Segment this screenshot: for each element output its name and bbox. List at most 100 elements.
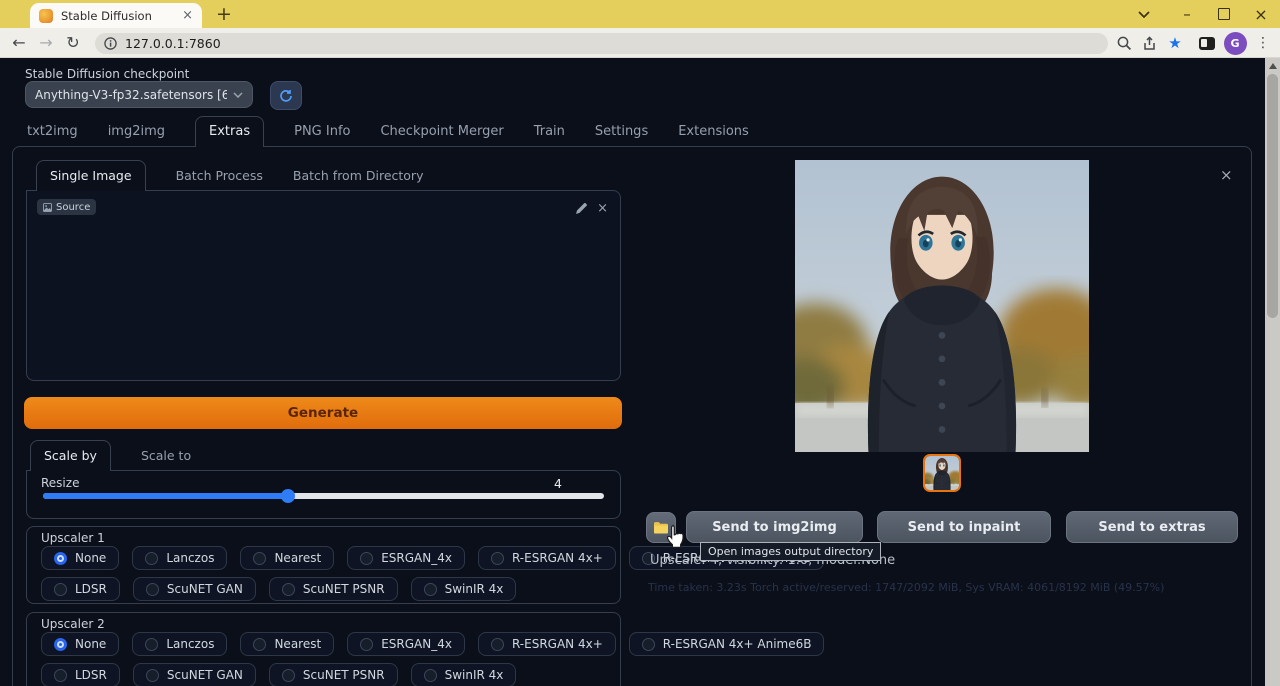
upscaler-option-label: ScuNET PSNR: [303, 668, 385, 682]
reload-button[interactable]: ↻: [61, 30, 85, 56]
radio-icon[interactable]: [145, 638, 158, 651]
bookmark-star-icon[interactable]: ★: [1164, 31, 1186, 55]
radio-icon[interactable]: [424, 669, 437, 682]
scale-tab-scale-to[interactable]: Scale to: [141, 448, 191, 471]
back-button[interactable]: ←: [7, 30, 31, 56]
result-image[interactable]: [795, 160, 1089, 452]
profile-avatar[interactable]: G: [1223, 31, 1247, 55]
tab-img2img[interactable]: img2img: [108, 124, 165, 147]
upscaler-1-group: Upscaler 1 NoneLanczosNearestESRGAN_4xR-…: [26, 526, 621, 604]
radio-icon[interactable]: [54, 638, 67, 651]
upscaler1-option-lanczos[interactable]: Lanczos: [132, 546, 227, 570]
clear-source-icon[interactable]: ×: [597, 201, 608, 216]
upscaler2-option-r-esrgan-4x-anime6b[interactable]: R-ESRGAN 4x+ Anime6B: [629, 632, 825, 656]
resize-slider-handle[interactable]: [281, 489, 295, 503]
upscaler-option-label: R-ESRGAN 4x+: [512, 551, 603, 565]
scrollbar-up-icon[interactable]: [1269, 63, 1277, 69]
upscaler2-option-scunet-psnr[interactable]: ScuNET PSNR: [269, 663, 398, 686]
upscaler2-option-none[interactable]: None: [41, 632, 119, 656]
tab-train[interactable]: Train: [534, 124, 565, 147]
radio-icon[interactable]: [146, 669, 159, 682]
forward-button[interactable]: →: [34, 30, 58, 56]
source-image-dropzone[interactable]: Source ×: [26, 190, 621, 381]
radio-icon[interactable]: [491, 552, 504, 565]
address-bar[interactable]: 127.0.0.1:7860: [95, 33, 1108, 54]
upscaler1-option-swinir-4x[interactable]: SwinIR 4x: [411, 577, 517, 601]
chevron-down-icon: [233, 92, 243, 98]
result-close-icon[interactable]: ×: [1220, 166, 1233, 184]
radio-icon[interactable]: [424, 583, 437, 596]
upscaler2-option-lanczos[interactable]: Lanczos: [132, 632, 227, 656]
scrollbar-thumb[interactable]: [1267, 74, 1278, 318]
send-to-inpaint-button[interactable]: Send to inpaint: [877, 511, 1051, 543]
upscaler-option-label: Nearest: [274, 551, 321, 565]
upscaler1-option-esrgan-4x[interactable]: ESRGAN_4x: [347, 546, 465, 570]
upscaler2-option-r-esrgan-4x[interactable]: R-ESRGAN 4x+: [478, 632, 616, 656]
new-tab-button[interactable]: +: [213, 3, 235, 25]
subtab-batch-process[interactable]: Batch Process: [176, 168, 263, 191]
window-menu-chevron-icon[interactable]: [1133, 0, 1155, 28]
upscaler-option-label: None: [75, 551, 106, 565]
edit-pencil-icon[interactable]: [575, 203, 587, 215]
image-icon: [43, 203, 52, 212]
upscaler1-option-nearest[interactable]: Nearest: [240, 546, 334, 570]
radio-icon[interactable]: [54, 669, 67, 682]
checkpoint-label: Stable Diffusion checkpoint: [25, 67, 189, 81]
browser-window: Stable Diffusion × + – × ← → ↻ 127.0.0.1…: [0, 0, 1280, 686]
upscaler2-option-swinir-4x[interactable]: SwinIR 4x: [411, 663, 517, 686]
subtab-single-image[interactable]: Single Image: [36, 160, 146, 191]
refresh-checkpoint-button[interactable]: [270, 81, 302, 110]
radio-icon[interactable]: [360, 552, 373, 565]
tab-checkpoint-merger[interactable]: Checkpoint Merger: [380, 124, 503, 147]
window-maximize-button[interactable]: [1213, 0, 1235, 28]
upscaler2-option-esrgan-4x[interactable]: ESRGAN_4x: [347, 632, 465, 656]
upscaler1-option-ldsr[interactable]: LDSR: [41, 577, 120, 601]
upscaler-option-label: ESRGAN_4x: [381, 637, 452, 651]
upscaler1-option-none[interactable]: None: [41, 546, 119, 570]
browser-menu-icon[interactable]: ⋮: [1252, 31, 1274, 55]
upscaler-option-label: Lanczos: [166, 637, 214, 651]
scale-tab-scale-by[interactable]: Scale by: [30, 440, 111, 471]
site-info-icon[interactable]: [104, 37, 117, 50]
send-to-extras-button[interactable]: Send to extras: [1066, 511, 1238, 543]
radio-icon[interactable]: [253, 552, 266, 565]
send-to-img2img-button[interactable]: Send to img2img: [686, 511, 863, 543]
page-scrollbar[interactable]: [1265, 58, 1280, 686]
radio-icon[interactable]: [642, 638, 655, 651]
radio-icon[interactable]: [491, 638, 504, 651]
refresh-icon: [279, 89, 293, 103]
tab-settings[interactable]: Settings: [595, 124, 648, 147]
upscaler1-option-scunet-psnr[interactable]: ScuNET PSNR: [269, 577, 398, 601]
window-close-button[interactable]: ×: [1250, 0, 1272, 28]
extras-subtab-bar: Single Image Batch Process Batch from Dire…: [36, 160, 423, 191]
upscaler-option-label: LDSR: [75, 668, 107, 682]
generate-button[interactable]: Generate: [24, 397, 622, 429]
window-minimize-button[interactable]: –: [1176, 0, 1198, 28]
browser-tab[interactable]: Stable Diffusion ×: [30, 3, 202, 28]
subtab-batch-from-directory[interactable]: Batch from Directory: [293, 168, 424, 191]
checkpoint-dropdown[interactable]: Anything-V3-fp32.safetensors [625a2ba2]: [25, 81, 253, 108]
upscaler1-option-scunet-gan[interactable]: ScuNET GAN: [133, 577, 256, 601]
radio-icon[interactable]: [253, 638, 266, 651]
radio-icon[interactable]: [282, 669, 295, 682]
upscaler1-option-r-esrgan-4x[interactable]: R-ESRGAN 4x+: [478, 546, 616, 570]
radio-icon[interactable]: [54, 552, 67, 565]
resize-value[interactable]: 4: [538, 476, 578, 491]
share-icon[interactable]: [1138, 31, 1160, 55]
radio-icon[interactable]: [145, 552, 158, 565]
tab-txt2img[interactable]: txt2img: [27, 124, 78, 147]
radio-icon[interactable]: [54, 583, 67, 596]
radio-icon[interactable]: [360, 638, 373, 651]
radio-icon[interactable]: [282, 583, 295, 596]
tab-extensions[interactable]: Extensions: [678, 124, 749, 147]
upscaler2-option-scunet-gan[interactable]: ScuNET GAN: [133, 663, 256, 686]
tab-extras[interactable]: Extras: [195, 116, 264, 147]
upscaler2-option-ldsr[interactable]: LDSR: [41, 663, 120, 686]
radio-icon[interactable]: [146, 583, 159, 596]
upscaler2-option-nearest[interactable]: Nearest: [240, 632, 334, 656]
tab-png-info[interactable]: PNG Info: [294, 124, 350, 147]
result-thumbnail[interactable]: [923, 454, 961, 492]
tab-close-icon[interactable]: ×: [182, 9, 193, 22]
zoom-icon[interactable]: [1113, 31, 1135, 55]
side-panel-icon[interactable]: [1196, 31, 1218, 55]
